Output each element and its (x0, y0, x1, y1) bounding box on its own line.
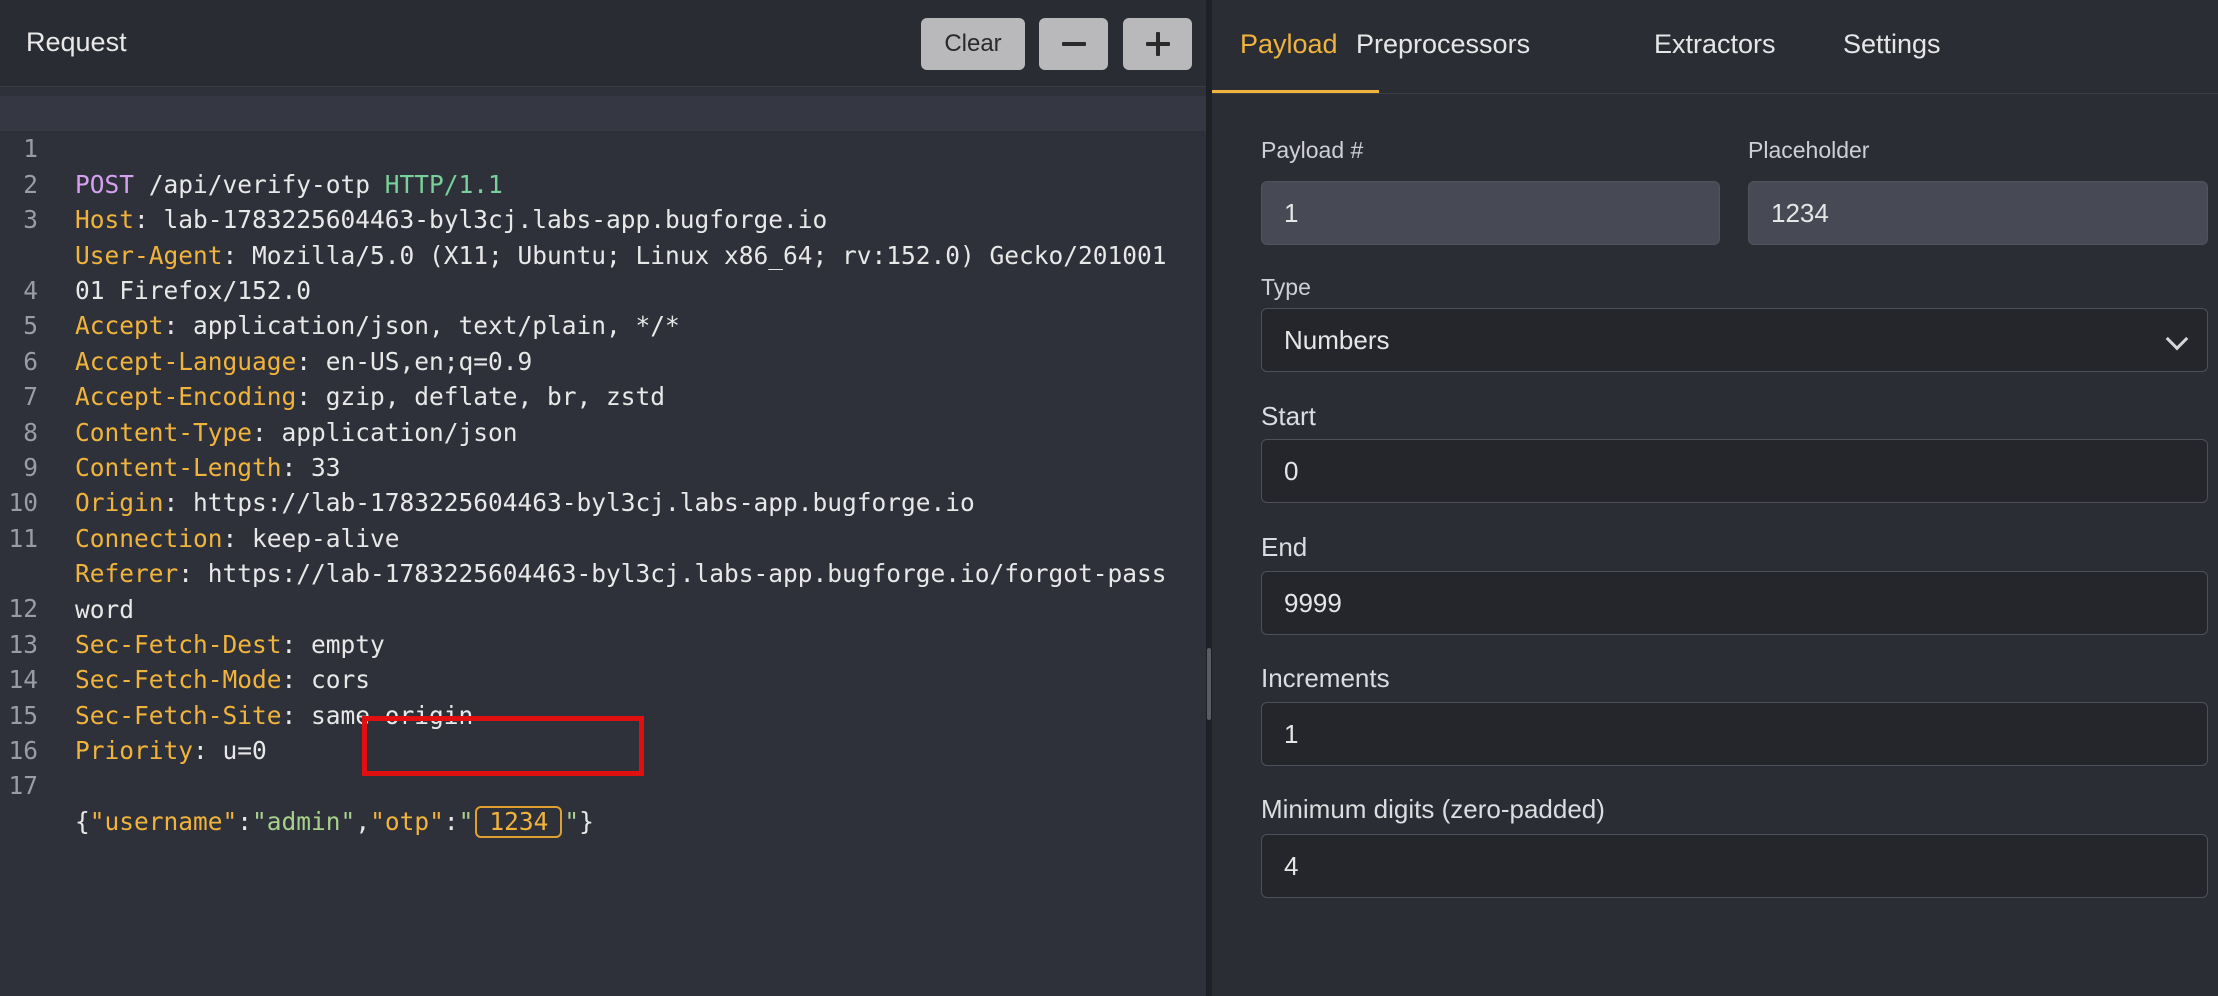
code-line: 12 Sec-Fetch-Dest: empty (0, 556, 1206, 658)
min-digits-field[interactable]: 4 (1261, 834, 2208, 898)
json-comma: , (355, 806, 371, 836)
tab-extractors[interactable]: Extractors (1654, 29, 1776, 60)
code-line: 8 Content-Length: 33 (0, 379, 1206, 482)
start-field[interactable]: 0 (1261, 439, 2208, 503)
annotation-highlight-box (362, 716, 644, 776)
type-label: Type (1261, 274, 1311, 300)
config-pane: Payload Preprocessors Extractors Setting… (1212, 0, 2218, 996)
placeholder-field[interactable]: 1234 (1748, 181, 2208, 245)
json-brace: { (75, 806, 90, 836)
zoom-out-button[interactable] (1039, 18, 1108, 70)
config-tabs: Payload Preprocessors Extractors Setting… (1212, 0, 2218, 94)
code-line: 9 Origin: https://lab-1783225604463-byl3… (0, 415, 1206, 517)
json-quote: " (564, 806, 580, 836)
request-editor[interactable]: 1 POST /api/verify-otp HTTP/1.1 2 Host: … (0, 96, 1206, 838)
payload-placeholder-marker[interactable]: 1234 (475, 805, 563, 838)
zoom-in-button[interactable] (1123, 18, 1192, 70)
json-key-otp: "otp" (370, 806, 444, 836)
line-number: 17 (8, 771, 38, 801)
code-line: 10 Connection: keep-alive (0, 450, 1206, 552)
code-line: 7 Content-Type: application/json (0, 344, 1206, 446)
tab-settings[interactable]: Settings (1843, 29, 1941, 60)
clear-button[interactable]: Clear (921, 18, 1025, 70)
code-line: 5 Accept-Language: en-US,en;q=0.9 (0, 273, 1206, 375)
increments-field[interactable]: 1 (1261, 702, 2208, 766)
minus-icon (1061, 42, 1086, 46)
json-value-username: "admin" (252, 806, 356, 836)
end-label: End (1261, 532, 1308, 562)
increments-label: Increments (1261, 663, 1390, 693)
chevron-down-icon (2165, 327, 2189, 351)
request-pane: Request Clear 1 POST /api/verify-otp HTT… (0, 0, 1206, 996)
code-line-wrap: 01 Firefox/152.0 (0, 202, 1206, 305)
plus-icon (1145, 32, 1170, 56)
code-line: 11 Referer: https://lab-1783225604463-by… (0, 485, 1206, 588)
type-select-value: Numbers (1284, 324, 1390, 355)
start-label: Start (1261, 401, 1316, 431)
request-title: Request (26, 27, 127, 57)
payload-number-field[interactable]: 1 (1261, 181, 1720, 245)
code-line: 6 Accept-Encoding: gzip, deflate, br, zs… (0, 308, 1206, 411)
json-quote: " (458, 806, 474, 836)
code-line: 3 User-Agent: Mozilla/5.0 (X11; Ubuntu; … (0, 167, 1206, 269)
json-key-username: "username" (89, 806, 238, 836)
tab-preprocessors[interactable]: Preprocessors (1356, 29, 1530, 60)
resize-handle[interactable] (1207, 648, 1211, 720)
active-tab-indicator (1212, 90, 1379, 93)
code-line: 14 Sec-Fetch-Site: same-origin (0, 627, 1206, 729)
code-line-wrap: word (0, 521, 1206, 624)
payload-number-label: Payload # (1261, 137, 1364, 163)
code-line: 4 Accept: application/json, text/plain, … (0, 238, 1206, 340)
json-colon: : (443, 806, 459, 836)
request-header: Request Clear (0, 0, 1206, 87)
code-line: 1 POST /api/verify-otp HTTP/1.1 (0, 96, 1206, 199)
json-brace: } (579, 806, 594, 836)
code-line: 2 Host: lab-1783225604463-byl3cj.labs-ap… (0, 131, 1206, 234)
json-colon: : (237, 806, 253, 836)
min-digits-label: Minimum digits (zero-padded) (1261, 794, 1605, 824)
code-line: 13 Sec-Fetch-Mode: cors (0, 591, 1206, 694)
code-line: 15 Priority: u=0 (0, 662, 1206, 765)
type-select[interactable]: Numbers (1261, 308, 2208, 372)
placeholder-label: Placeholder (1748, 137, 1870, 163)
end-field[interactable]: 9999 (1261, 571, 2208, 635)
tab-payload[interactable]: Payload (1240, 29, 1338, 60)
